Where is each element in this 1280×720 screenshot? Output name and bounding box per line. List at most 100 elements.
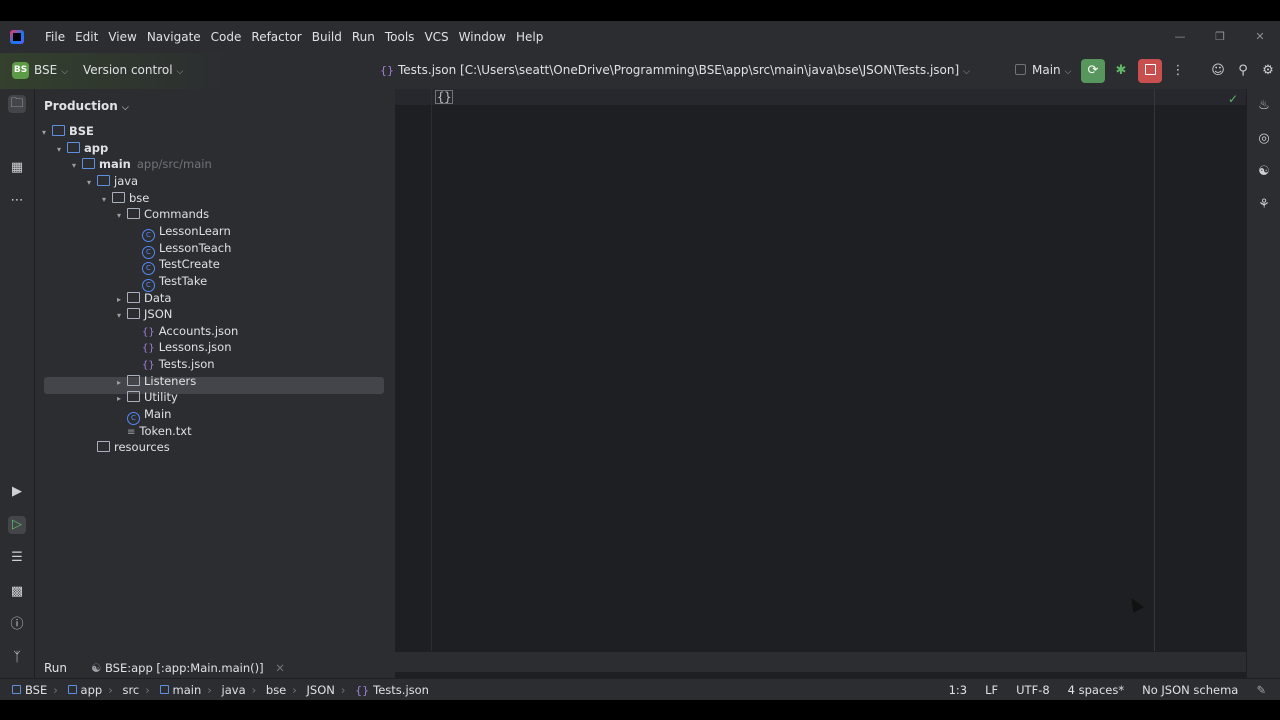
module-icon [67,685,77,694]
git-tool-icon[interactable]: ᛉ [8,649,26,667]
checkmark-icon: ✓ [1227,92,1238,106]
settings-button[interactable]: ⚙ [1256,59,1280,83]
debug-button[interactable]: ✱ [1109,59,1133,83]
file-title[interactable]: {} Tests.json [C:\Users\seatt\OneDrive\Pr… [380,63,970,77]
problems-tool-icon[interactable]: ⓘ [8,616,26,634]
chevron-down-icon: ⌵ [963,67,970,77]
project-selector[interactable]: BSE ⌵ [34,63,68,77]
tree-item[interactable]: ▾ java [84,173,138,189]
minimize-icon[interactable]: — [1160,21,1200,53]
tree-item[interactable]: C LessonTeach [129,240,231,259]
breadcrumb-label: Tests.json [373,683,429,697]
services-tool-icon[interactable]: ▶ [8,483,26,501]
menu-file[interactable]: File [40,21,70,53]
rerun-button[interactable]: ⟳ [1081,59,1105,83]
tree-item[interactable]: ▾ JSON [114,306,172,322]
chevron-down-icon[interactable]: ▾ [54,142,64,158]
line-separator[interactable]: LF [985,683,998,697]
tree-item[interactable]: C TestTake [129,273,207,292]
tree-item[interactable]: ▾ BSE [39,123,94,139]
terminal-tool-icon[interactable]: ▩ [8,583,26,601]
menu-vcs[interactable]: VCS [419,21,453,53]
run-tab[interactable]: ☯ BSE:app [:app:Main.main()] ✕ [91,661,285,675]
tree-item[interactable]: {} Accounts.json [129,323,238,339]
chevron-right-icon[interactable]: ▸ [114,375,124,391]
breadcrumb-item[interactable]: JSON [307,683,335,697]
gradle-icon[interactable]: ☯ [1255,163,1273,181]
breadcrumb-item[interactable]: {} Tests.json [355,683,429,697]
breadcrumb-item[interactable]: src [122,683,139,697]
menu-code[interactable]: Code [206,21,247,53]
chevron-down-icon[interactable]: ▾ [69,158,79,174]
breadcrumb-item[interactable]: BSE [12,683,47,697]
structure-tool-icon[interactable]: ▦ [8,159,26,177]
chevron-down-icon: ⌵ [176,67,184,77]
menu-help[interactable]: Help [511,21,548,53]
menu-view[interactable]: View [103,21,141,53]
menu-refactor[interactable]: Refactor [246,21,306,53]
breadcrumb-item[interactable]: bse [266,683,286,697]
run-config-selector[interactable]: Main ⌵ [1015,63,1071,77]
tree-item[interactable]: C Main [114,406,171,426]
more-tools-icon[interactable]: ⋯ [8,192,26,210]
chevron-right-icon[interactable]: ▸ [114,391,124,407]
tree-item[interactable]: ▾ app [54,140,108,156]
tree-item[interactable]: ≡ Token.txt [114,423,192,439]
layers-tool-icon[interactable]: ☰ [8,549,26,567]
ai-assistant-icon[interactable]: ◎ [1255,130,1273,148]
menu-edit[interactable]: Edit [70,21,103,53]
breadcrumb-item[interactable]: java [222,683,246,697]
project-tool-icon[interactable]: 🗀 [8,95,26,113]
run-tool-icon[interactable]: ▷ [8,516,26,534]
tree-item[interactable]: ▸ Listeners [114,373,196,389]
copilot-icon[interactable]: ⚘ [1255,196,1273,214]
search-button[interactable]: ⚲ [1231,59,1255,83]
tree-item[interactable]: resources [84,439,170,455]
lock-icon[interactable]: ✎ [1256,683,1266,697]
tree-item[interactable]: C LessonLearn [129,223,231,242]
chevron-down-icon[interactable]: ▾ [39,125,49,141]
menu-tools[interactable]: Tools [380,21,420,53]
tree-item[interactable]: ▸ Data [114,290,171,306]
notifications-bell-icon[interactable]: ♨ [1255,97,1273,115]
chevron-down-icon[interactable]: ▾ [114,308,124,324]
close-icon[interactable]: ✕ [1240,21,1280,53]
stop-button[interactable] [1138,59,1162,83]
breadcrumb-label: BSE [25,683,48,697]
panel-title[interactable]: Production ⌵ [44,99,129,113]
file-encoding[interactable]: UTF-8 [1016,683,1050,697]
more-actions-button[interactable]: ⋮ [1166,59,1190,83]
menu-build[interactable]: Build [307,21,347,53]
run-label[interactable]: Run [44,661,67,675]
chevron-down-icon[interactable]: ▾ [84,175,94,191]
tree-item[interactable]: ▾ main app/src/main [69,156,212,172]
tree-item[interactable]: ▾ Commands [114,206,209,222]
breadcrumb-item[interactable]: app [67,683,102,697]
menu-run[interactable]: Run [347,21,380,53]
tree-item[interactable]: ▾ bse [99,190,149,206]
close-tab-icon[interactable]: ✕ [275,661,285,675]
horizontal-scrollbar[interactable] [395,651,1246,672]
tree-item[interactable]: ▸ Utility [114,389,178,405]
file-path-title: Tests.json [C:\Users\seatt\OneDrive\Prog… [398,63,960,77]
restore-icon[interactable]: ❐ [1200,21,1240,53]
chevron-down-icon[interactable]: ▾ [114,208,124,224]
indent-setting[interactable]: 4 spaces* [1068,683,1124,697]
folder-icon [97,441,110,453]
code-with-me-button[interactable]: ☺ [1206,59,1230,83]
editor-content[interactable]: {} [435,90,454,104]
menu-navigate[interactable]: Navigate [142,21,206,53]
tree-item[interactable]: {} Tests.json [129,356,215,372]
chevron-right-icon[interactable]: ▸ [114,292,124,308]
menu-window[interactable]: Window [454,21,511,53]
json-schema[interactable]: No JSON schema [1142,683,1238,697]
breadcrumb-item[interactable]: main [159,683,201,697]
tree-item[interactable]: {} Lessons.json [129,339,231,355]
tree-item[interactable]: C TestCreate [129,256,220,276]
editor-area[interactable]: {} ✓ [395,89,1246,651]
version-control-selector[interactable]: Version control ⌵ [83,63,183,77]
caret-position[interactable]: 1:3 [949,683,968,697]
project-badge[interactable]: BS [12,62,29,79]
chevron-down-icon[interactable]: ▾ [99,192,109,208]
tree-item-label: Lessons.json [158,340,232,355]
